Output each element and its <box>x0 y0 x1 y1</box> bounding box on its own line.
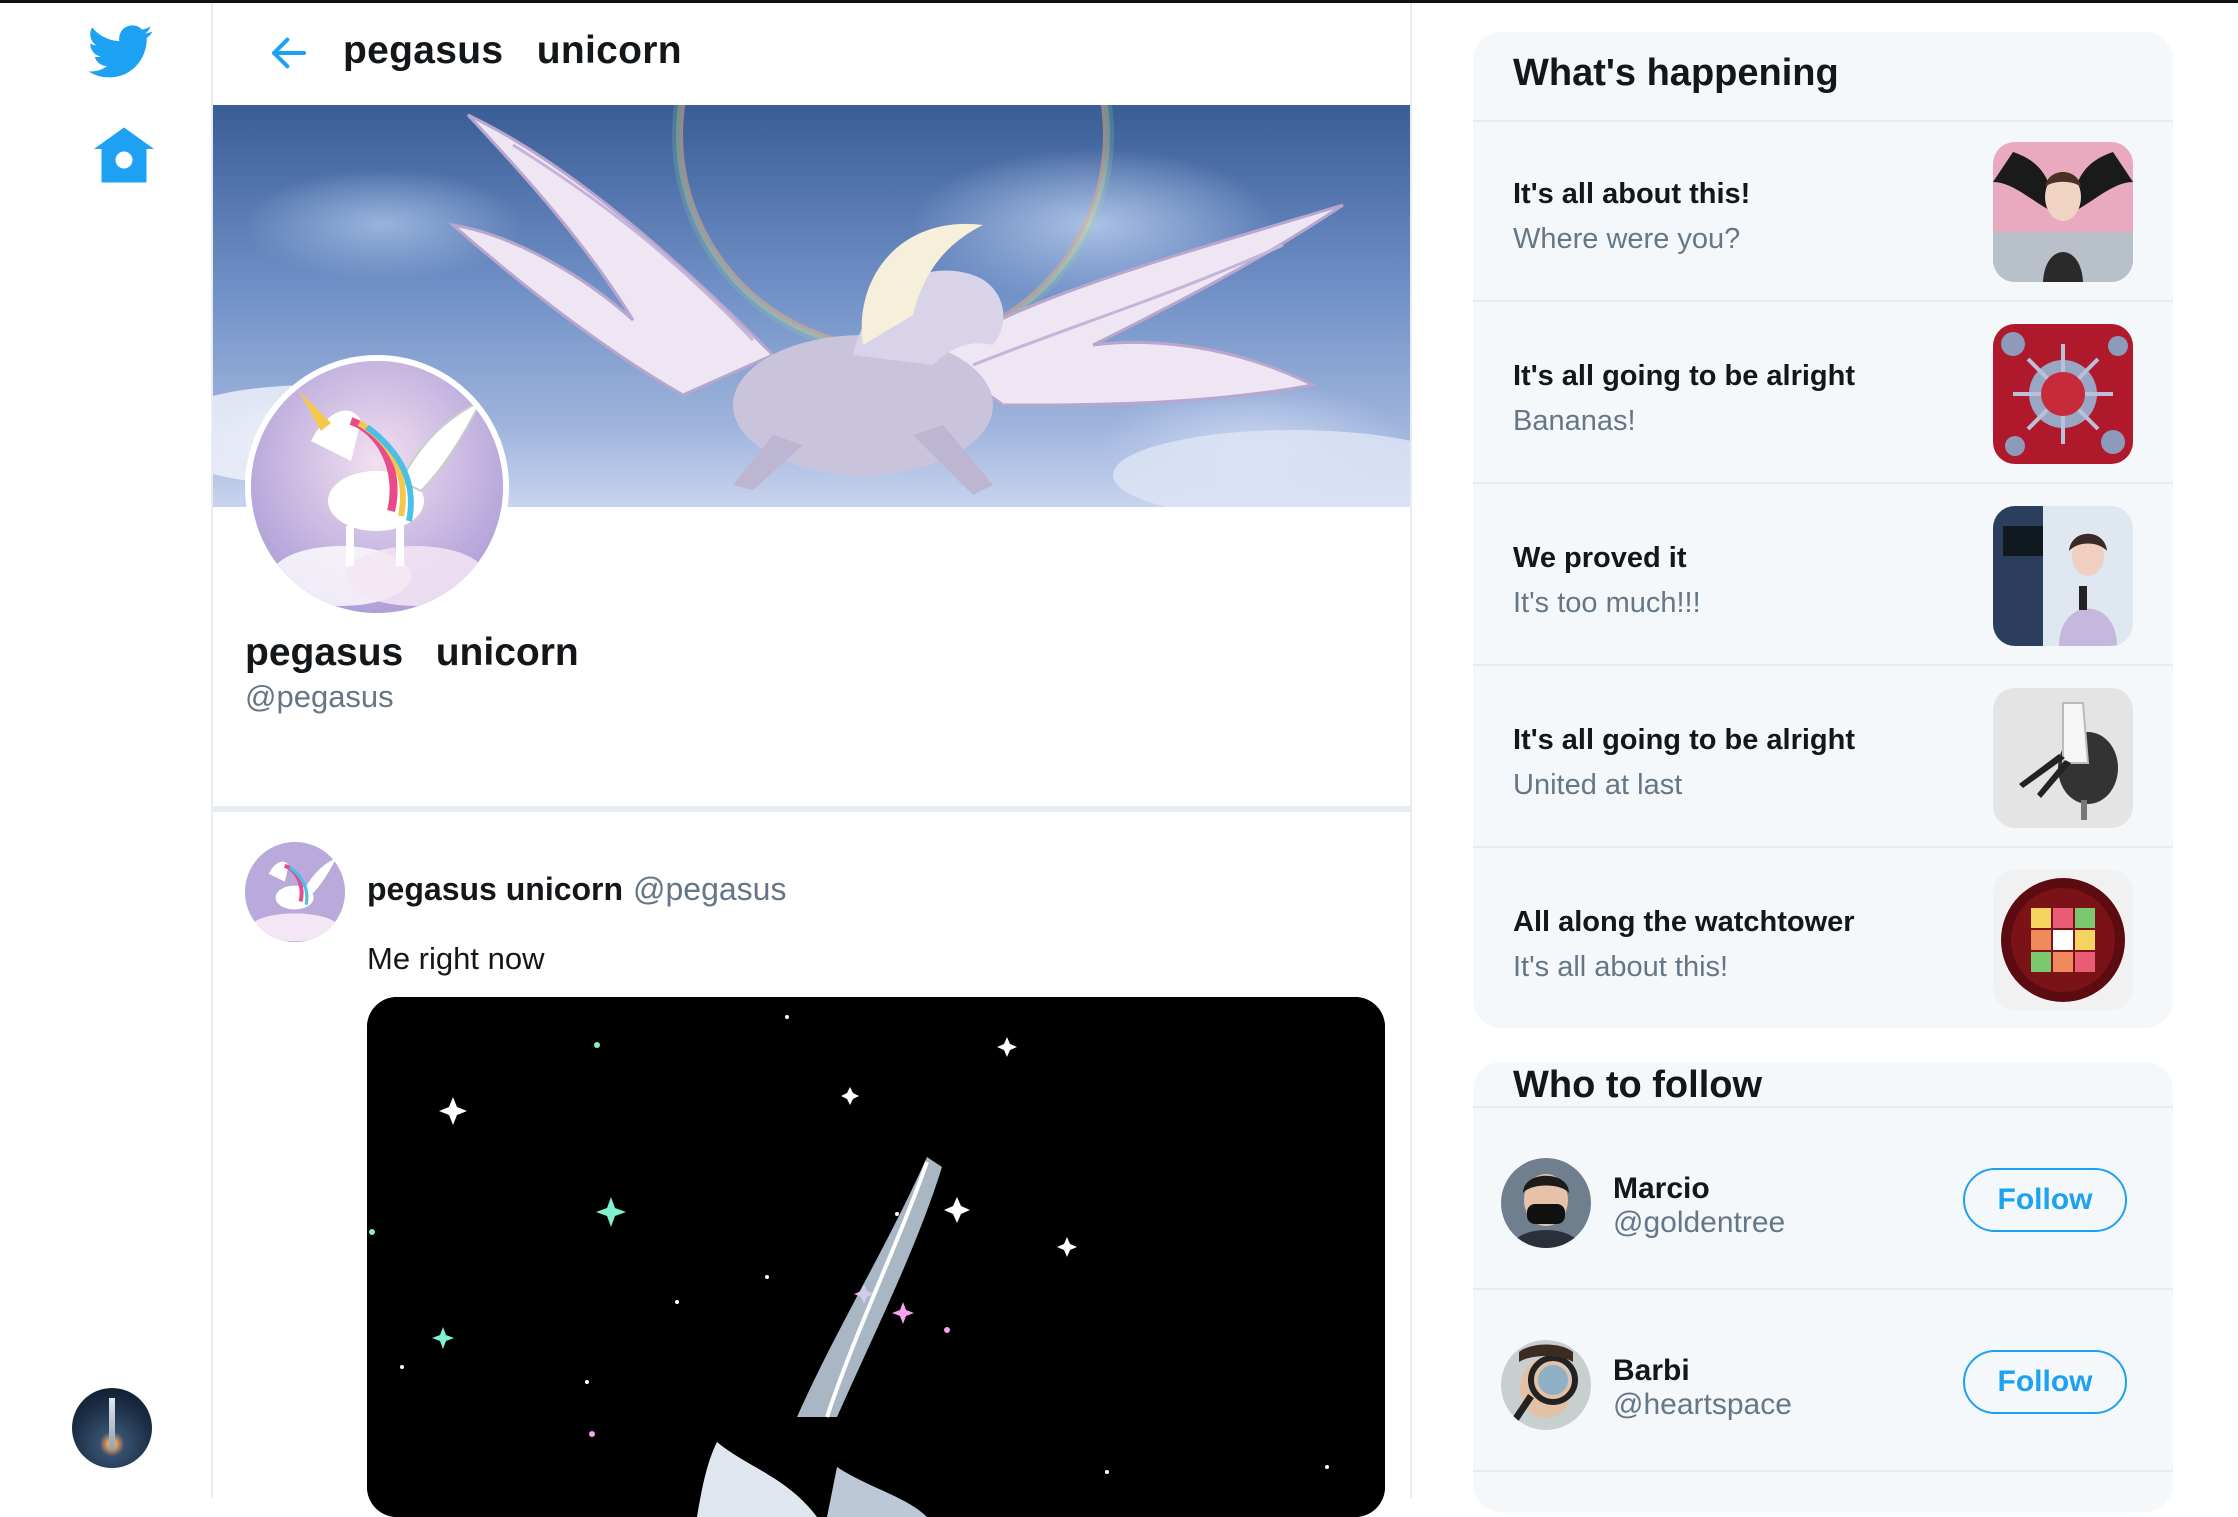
user-avatar[interactable] <box>1501 1158 1591 1248</box>
winged-woman-image <box>1993 142 2133 282</box>
divider <box>1473 1288 2173 1290</box>
divider <box>1473 482 2173 484</box>
sushi-box-image <box>1993 870 2133 1010</box>
account-avatar[interactable] <box>72 1388 152 1468</box>
trend-thumbnail[interactable] <box>1993 324 2133 464</box>
profile-column: pegasus unicorn pegasus unicorn @pegasus… <box>211 3 1412 1517</box>
whats-happening-title: What's happening <box>1513 52 1839 94</box>
who-to-follow-card: Who to follow Marcio @goldentree Follow <box>1473 1062 2173 1512</box>
magnifier-person-image <box>1501 1340 1591 1430</box>
profile-header: pegasus unicorn <box>213 3 1410 105</box>
user-avatar[interactable] <box>1501 1340 1591 1430</box>
section-divider <box>213 806 1410 812</box>
unicorn-avatar-image <box>251 361 503 613</box>
trend-title[interactable]: It's all going to be alright <box>1513 360 1855 393</box>
header-title: pegasus unicorn <box>343 29 682 72</box>
virus-image <box>1993 324 2133 464</box>
user-handle: @heartspace <box>1613 1388 1792 1421</box>
divider <box>1473 1106 2173 1108</box>
reporter-image <box>1993 506 2133 646</box>
user-name[interactable]: Barbi <box>1613 1354 1690 1388</box>
whats-happening-card: What's happening It's all about this! Wh… <box>1473 32 2173 1028</box>
masked-person-image <box>1501 1158 1591 1248</box>
divider <box>1473 300 2173 302</box>
trend-subtitle: United at last <box>1513 769 1683 801</box>
divider <box>1473 664 2173 666</box>
left-nav <box>0 3 211 1498</box>
trend-title[interactable]: It's all going to be alright <box>1513 724 1855 757</box>
trend-thumbnail[interactable] <box>1993 506 2133 646</box>
tweet-author-avatar[interactable] <box>245 842 345 942</box>
tweet-author-handle[interactable]: @pegasus <box>633 871 786 908</box>
unicorn-avatar-image <box>245 842 345 942</box>
trend-title[interactable]: We proved it <box>1513 542 1687 575</box>
woman-in-chair-image <box>1993 688 2133 828</box>
who-to-follow-title: Who to follow <box>1513 1064 1763 1106</box>
trend-subtitle: It's all about this! <box>1513 951 1729 983</box>
user-name[interactable]: Marcio <box>1613 1172 1710 1206</box>
trend-thumbnail[interactable] <box>1993 870 2133 1010</box>
tweet-author-name[interactable]: pegasus unicorn <box>367 871 623 908</box>
profile-display-name: pegasus unicorn <box>245 631 579 674</box>
home-icon[interactable] <box>94 127 154 183</box>
divider <box>1473 1470 2173 1472</box>
back-arrow-icon[interactable] <box>269 33 309 73</box>
trend-thumbnail[interactable] <box>1993 688 2133 828</box>
profile-handle: @pegasus <box>245 679 394 714</box>
trend-thumbnail[interactable] <box>1993 142 2133 282</box>
tweet-media-image[interactable] <box>367 997 1385 1517</box>
profile-avatar[interactable] <box>245 355 509 619</box>
trend-subtitle: It's too much!!! <box>1513 587 1701 619</box>
trend-subtitle: Where were you? <box>1513 223 1741 255</box>
user-handle: @goldentree <box>1613 1206 1786 1239</box>
trend-title[interactable]: It's all about this! <box>1513 178 1750 211</box>
tweet-text: Me right now <box>367 941 545 976</box>
starfield-unicorn-image <box>367 997 1385 1517</box>
divider <box>1473 120 2173 122</box>
trend-title[interactable]: All along the watchtower <box>1513 906 1855 939</box>
follow-button[interactable]: Follow <box>1963 1168 2127 1232</box>
divider <box>1473 846 2173 848</box>
trend-subtitle: Bananas! <box>1513 405 1636 437</box>
twitter-bird-icon[interactable] <box>88 25 154 79</box>
follow-button[interactable]: Follow <box>1963 1350 2127 1414</box>
